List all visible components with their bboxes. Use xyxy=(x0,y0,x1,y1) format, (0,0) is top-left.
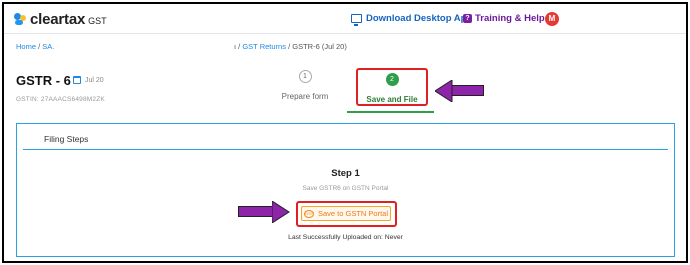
download-desktop-app-link[interactable]: Download Desktop App xyxy=(351,13,473,26)
breadcrumb-item[interactable]: SA. xyxy=(42,42,54,51)
help-icon: ? xyxy=(463,14,472,23)
portal-button-label: Save to GSTN Portal xyxy=(317,209,389,218)
breadcrumb: Home / SA. xyxy=(16,42,54,51)
active-step-underline xyxy=(347,111,434,113)
return-period: Jul 20 xyxy=(85,77,104,84)
breadcrumb-home[interactable]: Home xyxy=(16,42,36,51)
training-help-menu[interactable]: ? Training & Help ⌄ xyxy=(463,13,554,24)
breadcrumb-current: GSTR-6 (Jul 20) xyxy=(292,42,347,51)
annotation-arrow-left-icon xyxy=(435,80,485,102)
step-label: Prepare form xyxy=(281,92,329,101)
breadcrumb-gst-returns[interactable]: GST Returns xyxy=(242,42,286,51)
cleartax-logo[interactable]: cleartax GST xyxy=(14,11,107,28)
monitor-icon xyxy=(351,14,362,26)
screenshot-frame: cleartax GST Download Desktop App ? Trai… xyxy=(2,2,688,263)
help-label: Training & Help xyxy=(475,13,545,24)
cleartax-logo-icon xyxy=(14,13,27,26)
avatar[interactable]: M xyxy=(545,12,559,26)
logo-sub: GST xyxy=(88,15,107,26)
step-description: Save GSTR6 on GSTN Portal xyxy=(302,185,389,192)
calendar-icon xyxy=(73,76,81,84)
step-save-and-file[interactable]: 2 Save and File xyxy=(356,68,428,106)
breadcrumb-trail: ı / GST Returns / GSTR-6 (Jul 20) xyxy=(234,42,347,51)
step-label: Save and File xyxy=(366,95,418,104)
step-number: 1 xyxy=(298,70,312,83)
logo-text: cleartax xyxy=(30,11,86,28)
gst-icon: GST xyxy=(303,209,314,218)
step-number: 2 xyxy=(385,73,399,86)
top-header: cleartax GST Download Desktop App ? Trai… xyxy=(4,4,686,34)
page-title: GSTR - 6 xyxy=(16,73,71,88)
annotation-arrow-right-icon xyxy=(238,201,290,223)
step-prepare-form[interactable]: 1 Prepare form xyxy=(278,70,332,101)
gstin-label: GSTIN: 27AAACS6498M2ZK xyxy=(16,96,105,103)
filing-steps-header: Filing Steps xyxy=(23,130,668,150)
save-to-gstn-portal-button[interactable]: GST Save to GSTN Portal xyxy=(301,206,391,221)
save-to-gstn-highlight: GST Save to GSTN Portal xyxy=(296,201,397,227)
filing-steps-title: Filing Steps xyxy=(44,134,89,144)
download-label: Download Desktop App xyxy=(366,13,473,24)
filing-steps-panel: Filing Steps Step 1 Save GSTR6 on GSTN P… xyxy=(16,123,675,257)
step-heading: Step 1 xyxy=(331,168,360,179)
last-uploaded-status: Last Successfully Uploaded on: Never xyxy=(288,234,403,241)
